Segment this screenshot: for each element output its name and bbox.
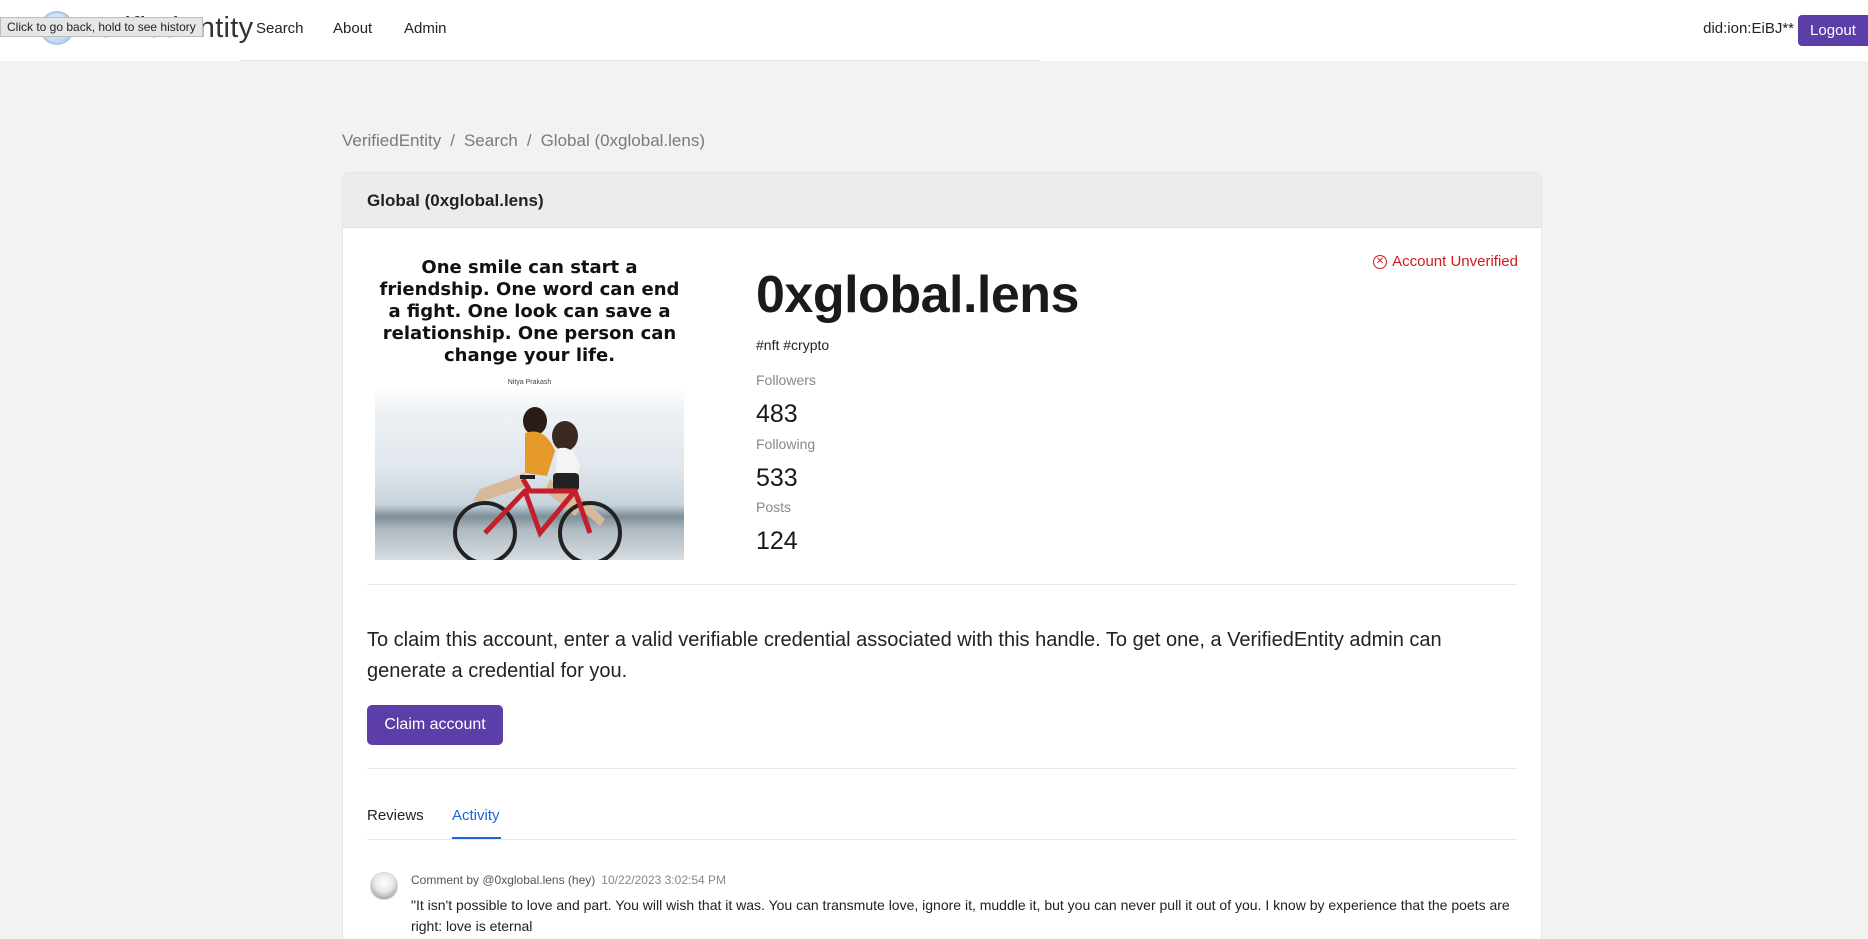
card-header: Global (0xglobal.lens) <box>343 173 1541 228</box>
activity-meta: Comment by @0xglobal.lens (hey) 10/22/202… <box>411 873 726 887</box>
avatar <box>370 872 398 900</box>
section-divider <box>367 768 1517 769</box>
nav-about-link[interactable]: About <box>333 20 372 37</box>
profile-tags: #nft #crypto <box>756 337 830 353</box>
posts-label: Posts <box>756 499 792 515</box>
back-button-tooltip: Click to go back, hold to see history <box>0 17 203 37</box>
breadcrumb-current: Global (0xglobal.lens) <box>540 131 705 150</box>
activity-text: "It isn't possible to love and part. You… <box>411 897 1510 934</box>
verification-status: ✕ Account Unverified <box>1373 253 1518 270</box>
claim-account-button[interactable]: Claim account <box>367 705 503 745</box>
following-label: Following <box>756 436 816 452</box>
nav-admin-link[interactable]: Admin <box>404 20 447 37</box>
activity-author: Comment by @0xglobal.lens (hey) <box>411 873 596 887</box>
claim-instructions: To claim this account, enter a valid ver… <box>367 629 1442 682</box>
logout-button[interactable]: Logout <box>1798 15 1868 46</box>
top-navbar: VerifiedEntity Click to go back, hold to… <box>0 0 1868 61</box>
nav-divider <box>240 60 1040 61</box>
circle-x-icon: ✕ <box>1373 254 1388 269</box>
card-header-title: Global (0xglobal.lens) <box>367 191 544 210</box>
activity-timestamp: 10/22/2023 3:02:54 PM <box>601 873 727 887</box>
breadcrumb-separator: / <box>450 131 455 150</box>
followers-count: 483 <box>756 400 798 428</box>
profile-image: One smile can start a friendship. One wo… <box>375 251 684 560</box>
tabs-divider <box>367 839 1517 840</box>
user-did: did:ion:EiBJ** <box>1703 20 1794 37</box>
posts-count: 124 <box>756 527 798 555</box>
tab-activity[interactable]: Activity <box>452 807 500 824</box>
breadcrumb-separator: / <box>526 131 532 150</box>
following-count: 533 <box>756 464 798 492</box>
profile-handle: 0xglobal.lens <box>756 266 1079 324</box>
breadcrumb-home[interactable]: VerifiedEntity <box>342 131 441 151</box>
verification-status-label: Account Unverified <box>1392 253 1518 270</box>
breadcrumb-search[interactable]: Search <box>464 131 518 151</box>
breadcrumb: VerifiedEntity / Search / Global (0xglob… <box>342 131 705 151</box>
profile-card: Global (0xglobal.lens) One smile can sta… <box>342 172 1542 939</box>
bicycle-riders-illustration <box>453 407 622 560</box>
section-divider <box>367 584 1517 585</box>
nav-search-link[interactable]: Search <box>256 20 304 37</box>
tab-reviews[interactable]: Reviews <box>367 807 424 824</box>
followers-label: Followers <box>756 372 816 388</box>
